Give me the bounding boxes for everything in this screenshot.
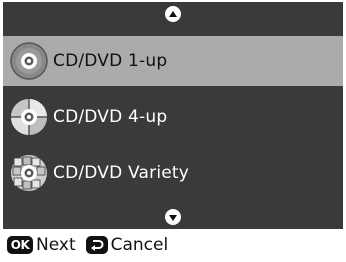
triangle-down-icon [169,214,177,221]
next-label: Next [36,234,76,255]
disc-1up-icon [10,42,48,80]
menu-item-cd-dvd-variety[interactable]: CD/DVD Variety [3,148,343,198]
scroll-up-icon[interactable] [165,6,181,22]
back-arrow-icon [90,239,104,251]
menu-item-cd-dvd-1up[interactable]: CD/DVD 1-up [3,36,343,86]
lcd-screen: CD/DVD 1-up CD/DVD 4-up CD/DVD Variety [3,2,343,229]
menu-item-label: CD/DVD 4-up [53,107,168,127]
button-guide-bar: OK Next Cancel [3,229,343,260]
disc-4up-icon [11,99,47,135]
scroll-down-icon[interactable] [165,209,181,225]
back-key-icon [85,235,108,254]
triangle-up-icon [169,10,177,17]
cancel-label: Cancel [110,234,169,255]
menu-item-label: CD/DVD 1-up [53,51,168,71]
menu-item-cd-dvd-4up[interactable]: CD/DVD 4-up [3,92,343,142]
disc-variety-icon [11,155,47,191]
menu-item-label: CD/DVD Variety [53,163,190,183]
ok-key-icon: OK [7,235,33,254]
